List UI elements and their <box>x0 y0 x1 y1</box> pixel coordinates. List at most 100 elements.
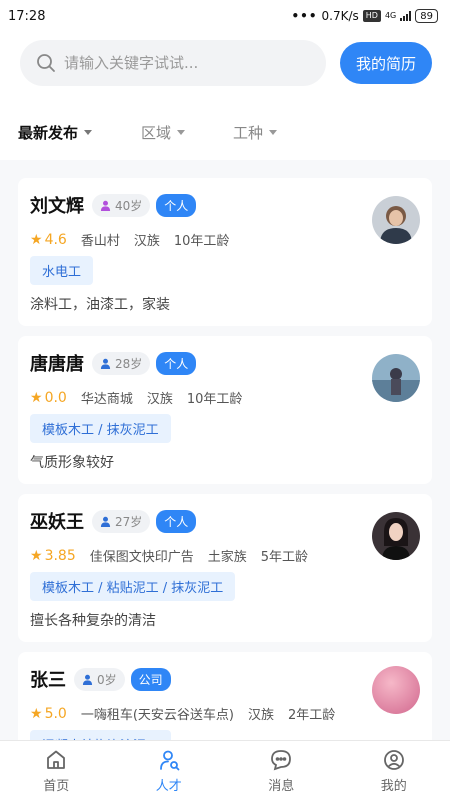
age-badge: 40岁 <box>92 193 151 217</box>
filter-label: 区域 <box>141 123 172 142</box>
rating: ★ 3.85 <box>30 548 76 564</box>
ethnicity: 汉族 <box>133 234 160 249</box>
status-time: 17:28 <box>8 8 46 24</box>
avatar <box>372 666 420 714</box>
status-bar: 17:28 ••• 0.7K/s HD 4G 89 <box>0 0 450 32</box>
info-row: ★ 0.0 华达商城 汉族 10年工龄 <box>30 388 243 408</box>
avatar <box>372 354 420 402</box>
avatar <box>372 512 420 560</box>
skill-tags: 模板木工 / 粘贴泥工 / 抹灰泥工 <box>30 572 236 601</box>
skill-tag: 模板木工 / 粘贴泥工 / 抹灰泥工 <box>30 572 236 601</box>
worker-name: 张三 <box>30 670 66 691</box>
tab-label: 首页 <box>43 778 70 794</box>
my-resume-button[interactable]: 我的简历 <box>340 42 432 84</box>
worker-list: 刘文辉 40岁 个人 ★ 4.6 香山村 汉族 10年工龄 水电工 涂料工，油漆工… <box>0 160 450 740</box>
signal-icon <box>400 11 412 21</box>
rating: ★ 5.0 <box>30 706 67 722</box>
profile-icon <box>383 749 404 770</box>
location: 一嗨租车(天安云谷送车点) <box>80 708 234 723</box>
ethnicity: 汉族 <box>146 392 173 407</box>
type-badge: 个人 <box>156 351 197 375</box>
experience: 10年工龄 <box>186 392 243 407</box>
type-badge: 公司 <box>130 667 171 691</box>
rating-value: 4.6 <box>44 231 67 248</box>
worker-description: 涂料工，油漆工，家装 <box>30 297 170 313</box>
filter-bar: 最新发布 区域 工种 <box>0 116 450 148</box>
rating-value: 0.0 <box>44 389 67 406</box>
search-row: 我的简历 <box>20 40 432 86</box>
ethnicity: 土家族 <box>207 550 247 565</box>
rating-value: 3.85 <box>44 547 76 564</box>
star-icon: ★ <box>30 547 43 564</box>
info-row: ★ 5.0 一嗨租车(天安云谷送车点) 汉族 2年工龄 <box>30 704 336 724</box>
filter-label: 最新发布 <box>18 123 79 142</box>
search-input[interactable] <box>64 54 304 72</box>
experience: 10年工龄 <box>173 234 230 249</box>
tab-messages[interactable]: 消息 <box>225 741 338 800</box>
person-icon <box>100 358 111 369</box>
worker-name: 唐唐唐 <box>30 354 84 375</box>
age-label: 40岁 <box>115 198 143 213</box>
bottom-tab-bar: 首页 人才 消息 我的 <box>0 740 450 800</box>
network-speed: 0.7K/s <box>321 9 359 23</box>
worker-card[interactable]: 唐唐唐 28岁 个人 ★ 0.0 华达商城 汉族 10年工龄 模板木工 / 抹灰泥… <box>18 336 432 484</box>
worker-card[interactable]: 张三 0岁 公司 ★5.0 一嗨租车(天安云谷送车点) 汉族 2年工龄 混凝土结… <box>18 652 432 740</box>
tab-profile[interactable]: 我的 <box>338 741 450 800</box>
skill-tag: 水电工 <box>30 256 94 285</box>
worker-description: 擅长各种复杂的清洁 <box>30 613 156 629</box>
person-icon <box>100 200 111 211</box>
caret-down-icon <box>84 129 93 135</box>
name-row: 刘文辉 40岁 个人 <box>30 192 197 218</box>
more-dots-icon: ••• <box>291 9 318 23</box>
experience: 2年工龄 <box>288 708 336 723</box>
battery-icon: 89 <box>415 9 438 23</box>
filter-job-type[interactable]: 工种 <box>233 122 278 143</box>
person-icon <box>100 516 111 527</box>
filter-label: 工种 <box>233 123 264 142</box>
worker-name: 巫妖王 <box>30 512 84 533</box>
location: 华达商城 <box>80 392 133 407</box>
age-label: 28岁 <box>115 356 143 371</box>
person-icon <box>82 674 93 685</box>
rating-value: 5.0 <box>44 705 67 722</box>
worker-name: 刘文辉 <box>30 196 84 217</box>
caret-down-icon <box>177 129 186 135</box>
caret-down-icon <box>269 129 278 135</box>
age-label: 0岁 <box>97 672 117 687</box>
name-row: 张三 0岁 公司 <box>30 666 171 692</box>
skill-tag: 模板木工 / 抹灰泥工 <box>30 414 171 443</box>
home-icon <box>47 750 66 769</box>
age-label: 27岁 <box>115 514 143 529</box>
name-row: 巫妖王 27岁 个人 <box>30 508 197 534</box>
worker-description: 气质形象较好 <box>30 455 114 471</box>
type-badge: 个人 <box>156 193 197 217</box>
age-badge: 28岁 <box>92 351 151 375</box>
name-row: 唐唐唐 28岁 个人 <box>30 350 197 376</box>
message-icon <box>271 749 292 770</box>
info-row: ★ 4.6 香山村 汉族 10年工龄 <box>30 230 230 250</box>
skill-tags: 水电工 <box>30 256 94 285</box>
tab-label: 消息 <box>268 778 295 794</box>
tab-label: 人才 <box>155 778 182 794</box>
filter-region[interactable]: 区域 <box>141 122 186 143</box>
rating: ★ 0.0 <box>30 390 67 406</box>
worker-card[interactable]: 刘文辉 40岁 个人 ★ 4.6 香山村 汉族 10年工龄 水电工 涂料工，油漆工… <box>18 178 432 326</box>
search-box[interactable] <box>20 40 326 86</box>
status-indicators: ••• 0.7K/s HD 4G 89 <box>292 9 438 23</box>
talent-icon <box>159 750 180 770</box>
tab-label: 我的 <box>380 778 407 794</box>
search-icon <box>37 54 55 72</box>
skill-tag: 混凝土结构浇注泥工 <box>30 730 172 740</box>
location: 佳保图文快印广告 <box>89 550 194 565</box>
filter-latest[interactable]: 最新发布 <box>18 122 93 143</box>
tab-home[interactable]: 首页 <box>0 741 113 800</box>
avatar <box>372 196 420 244</box>
experience: 5年工龄 <box>260 550 309 565</box>
worker-card[interactable]: 巫妖王 27岁 个人 ★ 3.85 佳保图文快印广告 土家族 5年工龄 模板木工 … <box>18 494 432 642</box>
rating: ★ 4.6 <box>30 232 67 248</box>
network-type: 4G <box>384 11 397 20</box>
age-badge: 27岁 <box>92 509 151 533</box>
age-badge: 0岁 <box>74 667 125 691</box>
location: 香山村 <box>80 234 120 249</box>
tab-talent[interactable]: 人才 <box>113 741 226 800</box>
